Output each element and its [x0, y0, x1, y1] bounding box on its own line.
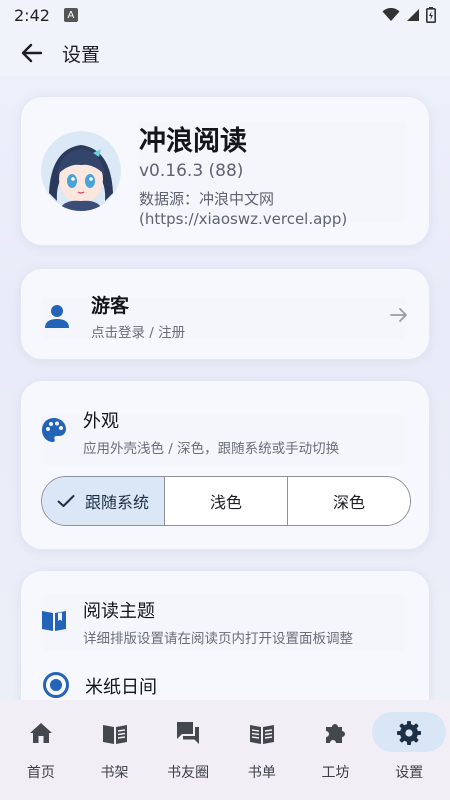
nav-label: 首页 [26, 765, 55, 781]
status-time: 2:42 [14, 5, 50, 25]
nav-book-list[interactable]: 书单 [225, 700, 299, 800]
user-name: 游客 [91, 295, 130, 317]
segment-label: 深色 [332, 493, 365, 512]
home-icon [29, 723, 52, 743]
nav-label: 书友圈 [167, 765, 210, 781]
book-list-icon [249, 725, 274, 744]
reading-theme-subtitle: 详细排版设置请在阅读页内打开设置面板调整 [83, 631, 353, 647]
nav-label: 设置 [395, 765, 424, 781]
bottom-navigation: 首页 书架 书友圈 书单 工坊 设置 [0, 700, 450, 800]
segment-follow-system[interactable]: 跟随系统 [42, 477, 164, 525]
nav-bookshelf[interactable]: 书架 [78, 700, 152, 800]
back-button[interactable] [20, 40, 46, 66]
check-icon [57, 495, 75, 507]
radio-rice-paper-day[interactable] [43, 672, 69, 698]
user-card[interactable]: 游客 点击登录 / 注册 [20, 268, 430, 360]
app-name: 冲浪阅读 [139, 126, 247, 157]
forum-icon [177, 722, 200, 744]
arrow-left-icon [21, 43, 43, 63]
status-icons [382, 7, 436, 23]
appearance-title: 外观 [83, 411, 119, 432]
nav-home[interactable]: 首页 [4, 700, 78, 800]
segment-dark[interactable]: 深色 [287, 477, 410, 525]
segment-light[interactable]: 浅色 [164, 477, 287, 525]
app-bar: 设置 [0, 30, 450, 76]
book-icon [102, 725, 127, 744]
app-version: v0.16.3 (88) [139, 161, 244, 181]
nav-settings[interactable]: 设置 [372, 700, 447, 800]
signal-icon [407, 9, 419, 21]
segment-label: 跟随系统 [84, 493, 149, 512]
person-icon [45, 305, 69, 328]
radio-label-rice-paper-day[interactable]: 米纸日间 [85, 673, 157, 699]
open-book-icon [42, 611, 66, 631]
nav-book-friends[interactable]: 书友圈 [151, 700, 225, 800]
palette-icon [42, 418, 66, 442]
theme-segmented-control: 跟随系统 浅色 深色 [41, 476, 411, 526]
reading-theme-title: 阅读主题 [83, 601, 155, 622]
nav-label: 工坊 [321, 765, 350, 781]
radio-dot [50, 679, 62, 691]
battery-icon [426, 7, 436, 23]
notification-a-icon: A [63, 8, 78, 22]
nav-label: 书架 [100, 765, 129, 781]
arrow-right-icon [390, 308, 407, 322]
puzzle-icon [325, 724, 345, 743]
segment-label: 浅色 [209, 493, 242, 512]
data-source-text: 数据源：冲浪中文网 (https://xiaoswz.vercel.app) [139, 190, 348, 228]
status-bar: 2:42 A [0, 0, 450, 30]
app-avatar [41, 131, 121, 211]
app-info-card: 冲浪阅读 v0.16.3 (88) 数据源：冲浪中文网 (https://xia… [20, 96, 430, 246]
gear-icon [397, 721, 422, 745]
wifi-icon [382, 8, 400, 21]
page-title: 设置 [62, 43, 101, 66]
appearance-subtitle: 应用外壳浅色 / 深色，跟随系统或手动切换 [83, 441, 340, 457]
login-register-text: 点击登录 / 注册 [91, 325, 186, 341]
nav-workshop[interactable]: 工坊 [299, 700, 373, 800]
appearance-card: 外观 应用外壳浅色 / 深色，跟随系统或手动切换 跟随系统 浅色 深色 [20, 380, 430, 550]
nav-label: 书单 [247, 765, 276, 781]
